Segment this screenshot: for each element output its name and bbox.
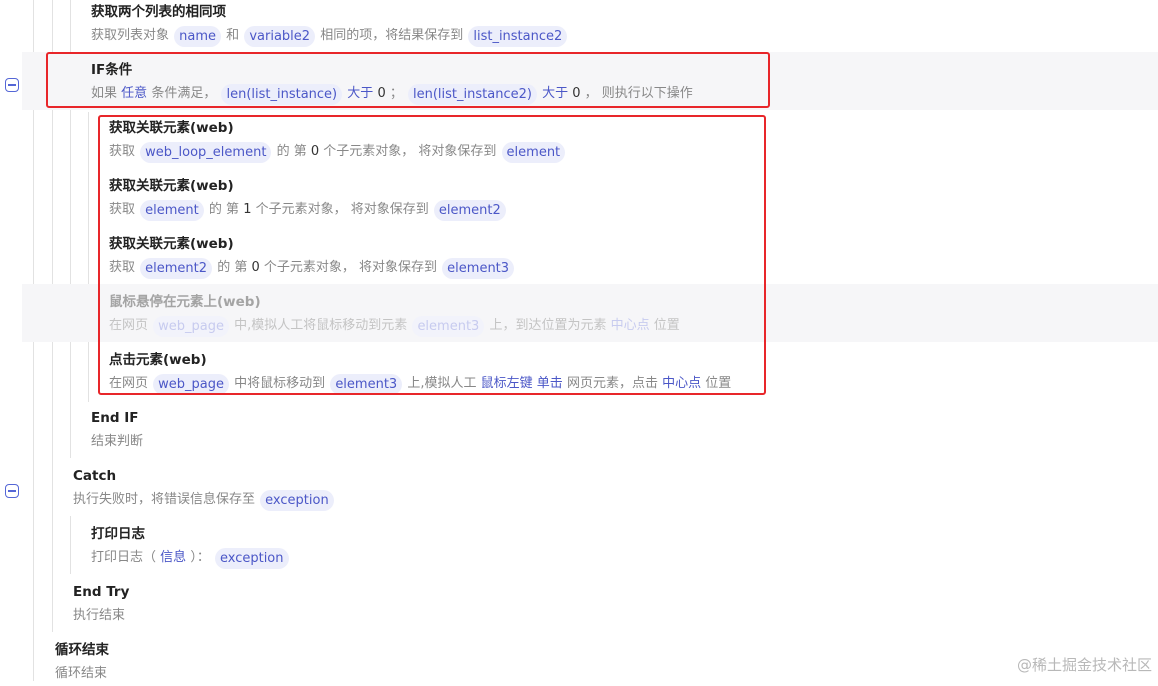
step-print-log[interactable]: 打印日志 打印日志（ 信息 ）： exception <box>91 524 290 570</box>
step-end-try[interactable]: End Try 执行结束 <box>73 582 129 628</box>
collapse-minus-icon[interactable] <box>5 484 19 498</box>
step-title: 打印日志 <box>91 526 145 542</box>
step-description: 循环结束 <box>55 666 108 681</box>
step-description: 获取列表对象 name 和 variable2 相同的项，将结果保存到 list… <box>91 24 568 48</box>
step-title: Catch <box>73 468 117 484</box>
tree-guide-line <box>88 112 89 402</box>
step-loop-end[interactable]: 循环结束 循环结束 <box>55 640 109 686</box>
desc-text: 相同的项，将结果保存到 <box>320 28 464 43</box>
step-intersect-lists[interactable]: 获取两个列表的相同项 获取列表对象 name 和 variable2 相同的项，… <box>91 2 568 48</box>
step-description: 执行结束 <box>73 608 126 623</box>
collapse-minus-icon[interactable] <box>5 78 19 92</box>
step-description: 结束判断 <box>91 434 144 449</box>
variable-pill[interactable]: exception <box>260 489 334 511</box>
annotation-box-if <box>46 52 770 108</box>
variable-pill[interactable]: list_instance2 <box>468 25 568 47</box>
step-title: End IF <box>91 410 139 426</box>
variable-pill[interactable]: name <box>174 25 222 47</box>
desc-text: 打印日志（ <box>91 550 157 565</box>
desc-text: 和 <box>226 28 240 43</box>
step-title: 获取两个列表的相同项 <box>91 4 226 20</box>
keyword[interactable]: 信息 <box>160 546 186 570</box>
tree-guide-line <box>70 516 71 574</box>
step-end-if[interactable]: End IF 结束判断 <box>91 408 143 454</box>
annotation-box-steps <box>98 115 766 395</box>
step-title: 循环结束 <box>55 642 109 658</box>
step-catch[interactable]: Catch 执行失败时，将错误信息保存至 exception <box>73 466 335 512</box>
variable-pill[interactable]: variable2 <box>244 25 316 47</box>
step-description: 打印日志（ 信息 ）： exception <box>91 546 290 570</box>
desc-text: ）： <box>190 550 210 565</box>
desc-text: 执行失败时，将错误信息保存至 <box>73 492 256 507</box>
desc-text: 获取列表对象 <box>91 28 170 43</box>
variable-pill[interactable]: exception <box>214 547 289 569</box>
step-description: 执行失败时，将错误信息保存至 exception <box>73 488 335 512</box>
watermark: @稀土掘金技术社区 <box>1016 656 1152 674</box>
step-title: End Try <box>73 584 130 600</box>
